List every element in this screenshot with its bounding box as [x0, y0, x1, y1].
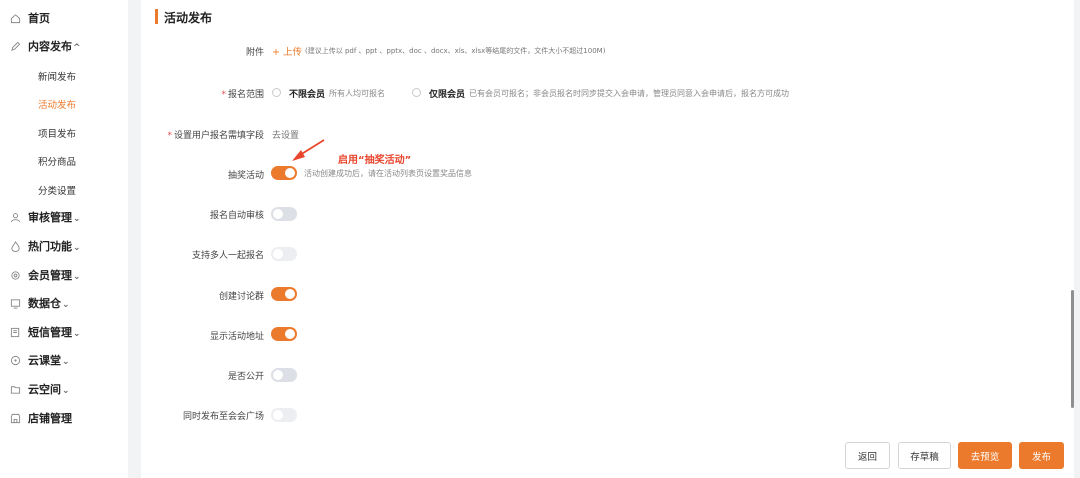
radio-unlimited-label[interactable]: 不限会员 — [289, 87, 325, 100]
sidebar-item-label: 云课堂 — [28, 354, 61, 367]
fire-icon — [10, 240, 21, 252]
chevron-down-icon: ⌄ — [62, 300, 70, 310]
radio-unlimited[interactable] — [272, 88, 281, 97]
monitor-icon — [10, 298, 21, 309]
scrollbar-thumb[interactable] — [1071, 290, 1074, 408]
toggle-knob — [285, 329, 295, 339]
sidebar-item-shop[interactable]: 店铺管理 — [0, 407, 128, 429]
toggle-public[interactable] — [271, 368, 297, 382]
sidebar-sub-project[interactable]: 项目发布 — [38, 126, 76, 140]
sidebar-item-sms[interactable]: 短信管理⌄ — [0, 321, 128, 343]
toggle-label-auto-review: 报名自动审核 — [209, 211, 264, 221]
sidebar-item-hot[interactable]: 热门功能⌄ — [0, 235, 128, 257]
user-icon — [10, 212, 21, 223]
sidebar-item-label: 数据仓 — [28, 297, 61, 310]
chevron-down-icon: ⌄ — [73, 214, 81, 224]
radio-members-only-desc: 已有会员可报名；非会员报名时同步提交入会申请，管理员同意入会申请后，报名方可成功 — [469, 89, 789, 98]
upload-hint: (建议上传以 pdf 、ppt 、pptx、doc 、docx、xls、xlsx… — [305, 47, 606, 55]
chevron-down-icon: ⌄ — [73, 272, 81, 282]
toggle-plaza[interactable] — [271, 408, 297, 422]
toggle-discussion[interactable] — [271, 287, 297, 301]
sidebar-item-label: 会员管理 — [28, 269, 72, 282]
publish-button[interactable]: 发布 — [1019, 442, 1064, 469]
chevron-down-icon: ⌄ — [62, 357, 70, 367]
radio-unlimited-desc: 所有人均可报名 — [329, 89, 385, 98]
home-icon — [10, 13, 21, 24]
shop-icon — [10, 413, 21, 424]
save-draft-button[interactable]: 存草稿 — [898, 442, 951, 469]
sidebar-item-label: 云空间 — [28, 383, 61, 396]
sidebar-item-members[interactable]: 会员管理⌄ — [0, 264, 128, 286]
edit-icon — [10, 41, 21, 52]
chevron-down-icon: ⌄ — [73, 329, 81, 339]
scope-label: * 报名范围 — [221, 90, 264, 100]
page-title: 活动发布 — [164, 11, 213, 25]
sidebar: 首页 内容发布^ 新闻发布 活动发布 项目发布 积分商品 分类设置 审核管理⌄ … — [0, 0, 128, 478]
message-icon — [10, 327, 21, 338]
sidebar-item-label: 店铺管理 — [28, 412, 72, 425]
attachment-label: 附件 — [245, 48, 264, 58]
signup-fields-label: * 设置用户报名需填字段 — [167, 131, 264, 141]
sidebar-item-home[interactable]: 首页 — [0, 7, 128, 29]
sidebar-item-classroom[interactable]: 云课堂⌄ — [0, 349, 128, 371]
sidebar-item-label: 热门功能 — [28, 240, 72, 253]
preview-button[interactable]: 去预览 — [958, 442, 1012, 469]
toggle-knob — [285, 168, 295, 178]
sidebar-item-data[interactable]: 数据仓⌄ — [0, 292, 128, 314]
chevron-down-icon: ⌄ — [73, 243, 81, 253]
toggle-label-plaza: 同时发布至会会广场 — [182, 412, 264, 422]
required-mark: * — [221, 90, 226, 100]
annotation-text: 启用“抽奖活动” — [338, 155, 412, 166]
required-mark: * — [167, 131, 172, 141]
toggle-label-discussion: 创建讨论群 — [218, 292, 264, 302]
sidebar-sub-activity[interactable]: 活动发布 — [38, 97, 76, 111]
toggle-auto-review[interactable] — [271, 207, 297, 221]
sidebar-sub-points-goods[interactable]: 积分商品 — [38, 154, 76, 168]
toggle-label-show-address: 显示活动地址 — [209, 332, 264, 342]
toggle-knob — [273, 249, 283, 259]
sidebar-item-cloud-space[interactable]: 云空间⌄ — [0, 378, 128, 400]
sidebar-item-label: 内容发布 — [28, 40, 72, 53]
toggle-knob — [273, 209, 283, 219]
toggle-group-signup[interactable] — [271, 247, 297, 261]
main-panel — [141, 0, 1074, 478]
sidebar-sub-category[interactable]: 分类设置 — [38, 183, 76, 197]
toggle-label-group-signup: 支持多人一起报名 — [191, 251, 264, 261]
sidebar-item-label: 审核管理 — [28, 211, 72, 224]
toggle-label-lottery: 抽奖活动 — [227, 171, 264, 181]
back-button[interactable]: 返回 — [845, 442, 890, 469]
sidebar-item-content-publish[interactable]: 内容发布^ — [0, 35, 128, 57]
toggle-knob — [285, 289, 295, 299]
radio-members-only-label[interactable]: 仅限会员 — [429, 87, 465, 100]
lottery-hint: 活动创建成功后，请在活动列表页设置奖品信息 — [304, 169, 472, 178]
chevron-down-icon: ⌄ — [62, 386, 70, 396]
sidebar-item-label: 首页 — [28, 12, 50, 25]
sidebar-sub-news[interactable]: 新闻发布 — [38, 69, 76, 83]
title-accent-bar — [155, 9, 158, 24]
sidebar-item-label: 短信管理 — [28, 326, 72, 339]
toggle-label-public: 是否公开 — [227, 372, 264, 382]
sidebar-item-review[interactable]: 审核管理⌄ — [0, 206, 128, 228]
circle-icon — [10, 355, 21, 366]
folder-icon — [10, 384, 21, 395]
radio-members-only[interactable] — [412, 88, 421, 97]
chevron-up-icon: ^ — [73, 43, 81, 53]
toggle-knob — [273, 410, 283, 420]
toggle-lottery[interactable] — [271, 166, 297, 180]
toggle-knob — [273, 370, 283, 380]
upload-button[interactable]: + 上传 — [272, 44, 302, 58]
toggle-show-address[interactable] — [271, 327, 297, 341]
annotation-arrow-icon — [292, 139, 325, 161]
settings-icon — [10, 270, 21, 281]
